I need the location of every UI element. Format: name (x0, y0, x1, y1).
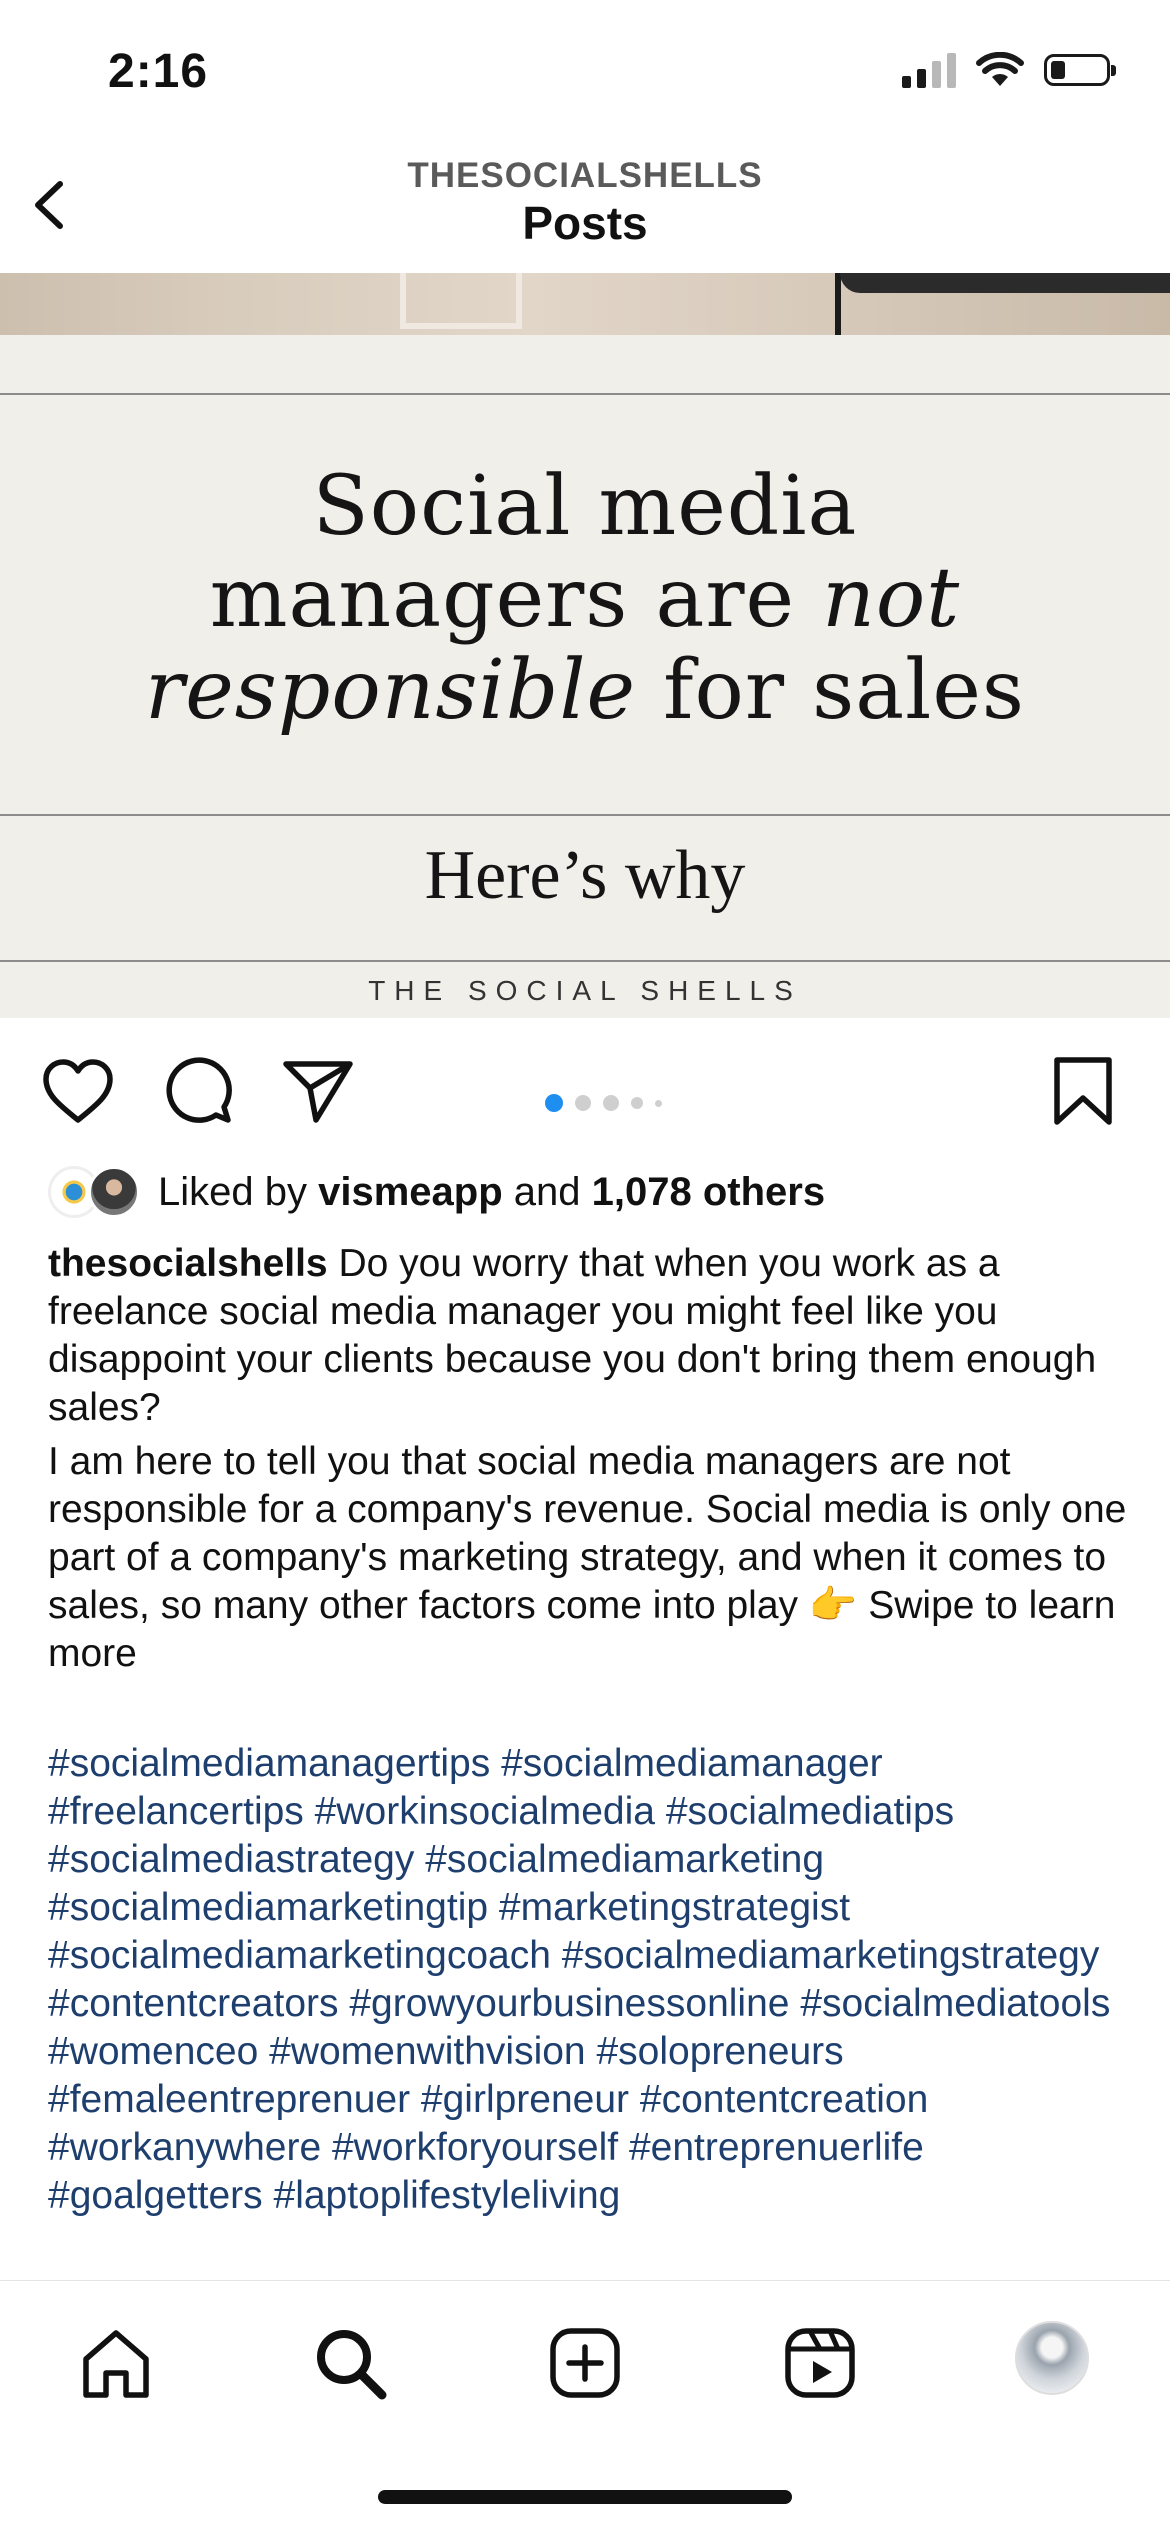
hashtag-link[interactable]: #freelancertips (48, 1790, 304, 1833)
hashtag-link[interactable]: #girlpreneur (421, 2078, 629, 2121)
status-time: 2:16 (108, 45, 209, 98)
divider (0, 814, 1170, 816)
hashtag-link[interactable]: #workinsocialmedia (315, 1790, 655, 1833)
post-brand: THE SOCIAL SHELLS (368, 975, 802, 1006)
hashtag-link[interactable]: #womenwithvision (269, 2030, 585, 2073)
comment-bubble-icon[interactable] (158, 1052, 238, 1132)
likes-text: Liked by vismeapp and 1,078 others (158, 1169, 826, 1214)
hashtag-link[interactable]: #workforyourself (332, 2126, 618, 2169)
hashtag-link[interactable]: #socialmediamarketing (425, 1838, 824, 1881)
carousel-indicator (545, 1094, 662, 1112)
post-caption: thesocialshells Do you worry that when y… (48, 1240, 1128, 1678)
nav-header: THESOCIALSHELLS Posts (0, 150, 1170, 273)
cellular-signal-icon (902, 52, 956, 88)
bookmark-icon[interactable] (1043, 1052, 1123, 1132)
avatar (88, 1166, 140, 1218)
hashtag-link[interactable]: #socialmediatools (800, 1982, 1110, 2025)
hashtag-link[interactable]: #solopreneurs (596, 2030, 843, 2073)
photo-dark-object (840, 273, 1170, 293)
photo-frame (400, 273, 522, 329)
wifi-icon (976, 52, 1024, 86)
likes-row[interactable]: Liked by vismeapp and 1,078 others (48, 1162, 825, 1222)
account-name: THESOCIALSHELLS (407, 156, 763, 195)
caption-paragraph: thesocialshells Do you worry that when y… (48, 1242, 1097, 1429)
hashtag-link[interactable]: #contentcreation (640, 2078, 928, 2121)
hashtag-link[interactable]: #growyourbusinessonline (349, 1982, 789, 2025)
carousel-dot (631, 1097, 643, 1109)
hashtag-link[interactable]: #socialmediatips (666, 1790, 954, 1833)
search-icon[interactable] (310, 2323, 390, 2403)
hashtag-link[interactable]: #socialmediastrategy (48, 1838, 414, 1881)
headline-line: managers are not (209, 551, 961, 646)
carousel-dot (655, 1099, 662, 1107)
hashtag-link[interactable]: #socialmediamarketingtip (48, 1886, 488, 1929)
hashtag-link[interactable]: #femaleentreprenuer (48, 2078, 410, 2121)
post-image[interactable]: Social media managers are not responsibl… (0, 273, 1170, 1018)
page-title: Posts (522, 197, 648, 249)
hashtag-list: #socialmediamanagertips #socialmediamana… (48, 1740, 1138, 2220)
hashtag-link[interactable]: #socialmediamanager (501, 1742, 883, 1785)
hashtag-link[interactable]: #socialmediamanagertips (48, 1742, 490, 1785)
divider (0, 960, 1170, 962)
photo-stand (835, 273, 841, 335)
heart-icon[interactable] (38, 1052, 118, 1132)
likes-count[interactable]: 1,078 others (592, 1170, 825, 1214)
caption-paragraph: I am here to tell you that social media … (48, 1440, 1127, 1675)
headline-line: Social media (312, 459, 858, 554)
plus-square-icon[interactable] (545, 2323, 625, 2403)
hashtag-link[interactable]: #contentcreators (48, 1982, 339, 2025)
liked-by-user[interactable]: vismeapp (318, 1170, 503, 1214)
hashtag-link[interactable]: #marketingstrategist (499, 1886, 850, 1929)
hashtag-link[interactable]: #socialmediamarketingcoach (48, 1934, 551, 1977)
hashtag-link[interactable]: #workanywhere (48, 2126, 321, 2169)
post-actions (0, 1018, 1170, 1158)
profile-avatar[interactable] (1015, 2321, 1089, 2395)
hashtag-link[interactable]: #laptoplifestyleliving (274, 2174, 621, 2217)
battery-icon (1044, 54, 1116, 86)
status-bar: 2:16 (0, 0, 1170, 150)
caption-username[interactable]: thesocialshells (48, 1242, 328, 1285)
paper-plane-icon[interactable] (278, 1052, 358, 1132)
carousel-dot (603, 1095, 619, 1111)
hashtag-link[interactable]: #entreprenuerlife (629, 2126, 924, 2169)
carousel-dot (575, 1095, 591, 1111)
home-icon[interactable] (76, 2323, 156, 2403)
headline-line: responsible for sales (145, 643, 1025, 738)
hashtag-link[interactable]: #womenceo (48, 2030, 258, 2073)
home-indicator (378, 2490, 792, 2504)
post-subheadline: Here’s why (424, 837, 746, 914)
post-headline: Social media managers are not responsibl… (0, 461, 1170, 737)
status-icons (902, 52, 1116, 88)
carousel-dot (545, 1094, 563, 1112)
divider (0, 393, 1170, 395)
hashtag-link[interactable]: #goalgetters (48, 2174, 263, 2217)
hashtag-link[interactable]: #socialmediamarketingstrategy (562, 1934, 1100, 1977)
reels-icon[interactable] (780, 2323, 860, 2403)
